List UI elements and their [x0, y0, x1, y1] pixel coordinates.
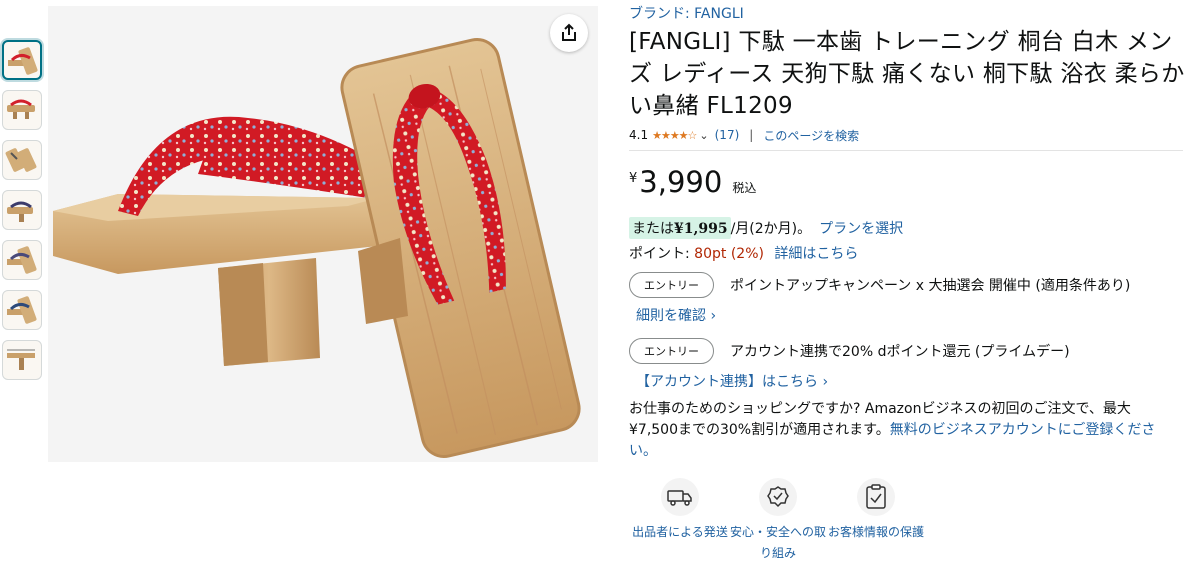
thumbnail-strip [2, 40, 44, 390]
divider [629, 150, 1183, 151]
thumbnail-3[interactable] [2, 140, 42, 180]
installment-badge: または¥1,995 [629, 217, 731, 239]
campaign-2: エントリー アカウント連携で20% dポイント還元 (プライムデー) [629, 337, 1189, 365]
chevron-down-icon[interactable]: ⌄ [699, 129, 708, 142]
campaign-text: ポイントアップキャンペーン x 大抽選会 開催中 (適用条件あり) [730, 278, 1131, 294]
feature-label: 出品者による発送 [632, 525, 728, 539]
feature-icons: 出品者による発送 安心・安全への取り組み お客様情報の保護 [631, 478, 1189, 563]
campaign-1: エントリー ポイントアップキャンペーン x 大抽選会 開催中 (適用条件あり) [629, 271, 1189, 299]
points-row: ポイント: 80pt (2%) 詳細はこちら [629, 243, 1189, 265]
tax-label: 税込 [732, 181, 757, 195]
installment-amount: ¥1,995 [674, 221, 728, 237]
entry-button[interactable]: エントリー [629, 338, 714, 364]
share-button[interactable] [550, 14, 588, 52]
price-block: ¥ 3,990 税込 [629, 165, 1189, 205]
rating-row: 4.1 ★★★★☆ ⌄ (17) | このページを検索 [629, 126, 1189, 144]
thumbnail-5[interactable] [2, 240, 42, 280]
points-label: ポイント: [629, 246, 695, 262]
feature-label: 安心・安全への取り組み [729, 525, 826, 560]
installment-prefix: または [632, 221, 674, 237]
search-page-link[interactable]: このページを検索 [763, 127, 859, 144]
campaign-terms-link[interactable]: 細則を確認 › [636, 305, 1189, 327]
price-amount: 3,990 [639, 165, 723, 199]
points-percent: (2%) [730, 246, 764, 262]
truck-icon [661, 478, 699, 516]
currency-symbol: ¥ [629, 171, 638, 186]
main-product-image[interactable] [48, 6, 598, 462]
feature-safety[interactable]: 安心・安全への取り組み [729, 478, 827, 563]
select-plan-link[interactable]: プランを選択 [819, 218, 903, 238]
campaign-text: アカウント連携で20% dポイント還元 (プライムデー) [730, 344, 1070, 360]
feature-label: お客様情報の保護 [827, 525, 924, 539]
feature-privacy[interactable]: お客様情報の保護 [827, 478, 925, 563]
thumbnail-6[interactable] [2, 290, 42, 330]
separator: | [749, 128, 754, 142]
brand-link[interactable]: ブランド: FANGLI [629, 4, 1189, 24]
rating-value: 4.1 [629, 128, 649, 142]
thumbnail-1[interactable] [2, 40, 42, 80]
review-count-link[interactable]: (17) [715, 128, 740, 142]
points-value: 80pt [694, 246, 727, 262]
points-details-link[interactable]: 詳細はこちら [774, 246, 858, 262]
product-info: ブランド: FANGLI [FANGLI] 下駄 一本歯 トレーニング 桐台 白… [629, 4, 1189, 563]
product-title: [FANGLI] 下駄 一本歯 トレーニング 桐台 白木 メンズ レディース 天… [629, 29, 1185, 119]
share-icon [562, 23, 576, 41]
thumbnail-7[interactable] [2, 340, 42, 380]
clipboard-check-icon [857, 478, 895, 516]
thumbnail-4[interactable] [2, 190, 42, 230]
installment-suffix: /月(2か月)。 [730, 221, 812, 237]
badge-check-icon [759, 478, 797, 516]
star-rating-icon[interactable]: ★★★★☆ [652, 129, 697, 142]
feature-seller-shipping[interactable]: 出品者による発送 [631, 478, 729, 563]
installment-row: または¥1,995 /月(2か月)。 プランを選択 [629, 217, 1189, 239]
business-promo: お仕事のためのショッピングですか? Amazonビジネスの初回のご注文で、最大¥… [629, 399, 1177, 462]
account-link[interactable]: 【アカウント連携】はこちら › [636, 371, 1189, 393]
entry-button[interactable]: エントリー [629, 272, 714, 298]
thumbnail-2[interactable] [2, 90, 42, 130]
